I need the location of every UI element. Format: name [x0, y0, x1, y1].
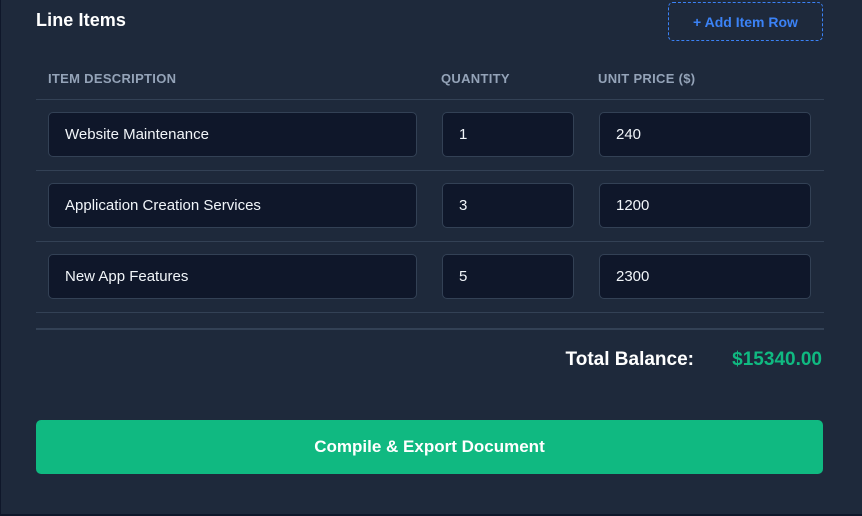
total-balance-value: $15340.00: [732, 349, 822, 370]
line-items-panel: Line Items + Add Item Row ITEM DESCRIPTI…: [0, 0, 862, 516]
panel-left-edge: [0, 0, 1, 516]
header-unit-price: UNIT PRICE ($): [598, 71, 696, 86]
unit-price-input[interactable]: [599, 183, 811, 228]
table-row: [36, 100, 824, 171]
header-quantity: QUANTITY: [441, 71, 510, 86]
total-balance-label: Total Balance:: [565, 349, 694, 370]
item-description-input[interactable]: [48, 112, 417, 157]
quantity-input[interactable]: [442, 112, 574, 157]
quantity-input[interactable]: [442, 183, 574, 228]
quantity-input[interactable]: [442, 254, 574, 299]
line-items-table: ITEM DESCRIPTION QUANTITY UNIT PRICE ($): [36, 60, 824, 313]
compile-export-button[interactable]: Compile & Export Document: [36, 420, 823, 474]
table-row: [36, 171, 824, 242]
section-title: Line Items: [36, 10, 127, 30]
table-header: ITEM DESCRIPTION QUANTITY UNIT PRICE ($): [36, 60, 824, 100]
summary-divider: [36, 328, 824, 330]
header-item-description: ITEM DESCRIPTION: [48, 71, 177, 86]
item-description-input[interactable]: [48, 183, 417, 228]
table-row: [36, 242, 824, 313]
item-description-input[interactable]: [48, 254, 417, 299]
unit-price-input[interactable]: [599, 112, 811, 157]
unit-price-input[interactable]: [599, 254, 811, 299]
add-item-row-button[interactable]: + Add Item Row: [668, 2, 823, 41]
